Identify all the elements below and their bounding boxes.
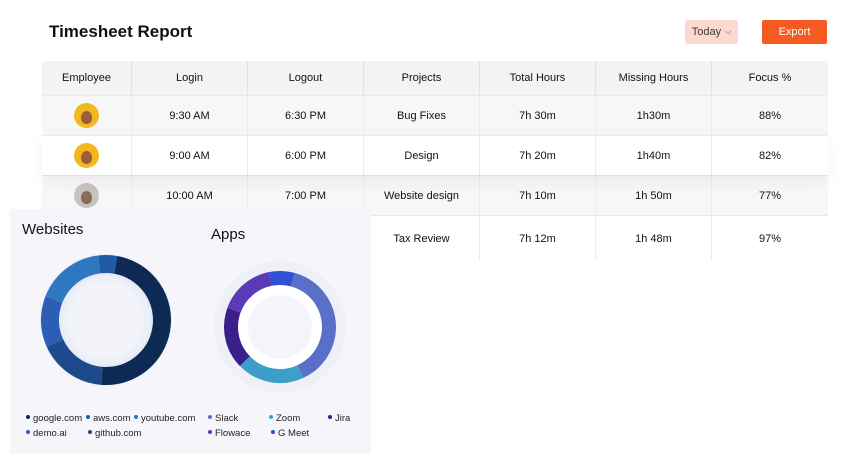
missing-hours-cell: 1h 48m	[596, 216, 712, 261]
employee-cell	[42, 96, 132, 135]
date-range-dropdown[interactable]: Today ⌵	[685, 20, 738, 44]
missing-hours-cell: 1h 50m	[596, 176, 712, 215]
focus-cell: 88%	[758, 109, 782, 122]
avatar[interactable]	[74, 183, 99, 208]
column-header[interactable]: Projects	[364, 61, 480, 95]
avatar[interactable]	[74, 103, 99, 128]
project-cell: Website design	[364, 176, 480, 215]
usage-panel: Websites Apps google.com aws.com youtube…	[10, 209, 371, 454]
legend-item: Flowace	[208, 428, 250, 439]
legend-item: G Meet	[271, 428, 309, 439]
table-row[interactable]: 9:00 AM 6:00 PM Design 7h 20m 1h40m 82%	[42, 135, 828, 175]
avatar[interactable]	[74, 143, 99, 168]
column-header[interactable]: Logout	[248, 61, 364, 95]
employee-cell	[42, 136, 132, 175]
column-header[interactable]: Focus %	[712, 61, 828, 95]
focus-cell: 82%	[758, 149, 782, 162]
total-hours-cell: 7h 20m	[480, 136, 596, 175]
legend-item: Jira	[328, 413, 350, 424]
table-row[interactable]: 9:30 AM 6:30 PM Bug Fixes 7h 30m 1h30m 8…	[42, 95, 828, 135]
apps-title: Apps	[211, 226, 246, 243]
login-cell: 9:30 AM	[132, 96, 248, 135]
focus-cell: 97%	[758, 232, 782, 245]
focus-cell: 77%	[758, 189, 782, 202]
chevron-down-icon: ⌵	[725, 27, 732, 36]
legend-item: demo.ai	[26, 428, 67, 439]
websites-title: Websites	[22, 221, 84, 238]
date-range-label: Today	[691, 26, 722, 38]
column-header[interactable]: Employee	[42, 61, 132, 95]
project-cell: Bug Fixes	[364, 96, 480, 135]
legend-item: github.com	[88, 428, 141, 439]
total-hours-cell: 7h 12m	[480, 216, 596, 261]
legend-item: Slack	[208, 413, 238, 424]
login-cell: 9:00 AM	[132, 136, 248, 175]
logout-cell: 6:00 PM	[248, 136, 364, 175]
table-header: Employee Login Logout Projects Total Hou…	[42, 61, 828, 95]
total-hours-cell: 7h 30m	[480, 96, 596, 135]
websites-donut	[40, 254, 172, 386]
page-title: Timesheet Report	[49, 22, 193, 41]
column-header[interactable]: Missing Hours	[596, 61, 712, 95]
apps-donut	[214, 261, 346, 393]
legend-item: aws.com	[86, 413, 130, 424]
total-hours-cell: 7h 10m	[480, 176, 596, 215]
missing-hours-cell: 1h40m	[596, 136, 712, 175]
column-header[interactable]: Login	[132, 61, 248, 95]
legend-item: google.com	[26, 413, 82, 424]
export-button[interactable]: Export	[762, 20, 827, 44]
project-cell: Design	[364, 136, 480, 175]
column-header[interactable]: Total Hours	[480, 61, 596, 95]
legend-item: youtube.com	[134, 413, 195, 424]
legend-item: Zoom	[269, 413, 300, 424]
missing-hours-cell: 1h30m	[596, 96, 712, 135]
logout-cell: 6:30 PM	[248, 96, 364, 135]
project-cell: Tax Review	[364, 216, 480, 261]
